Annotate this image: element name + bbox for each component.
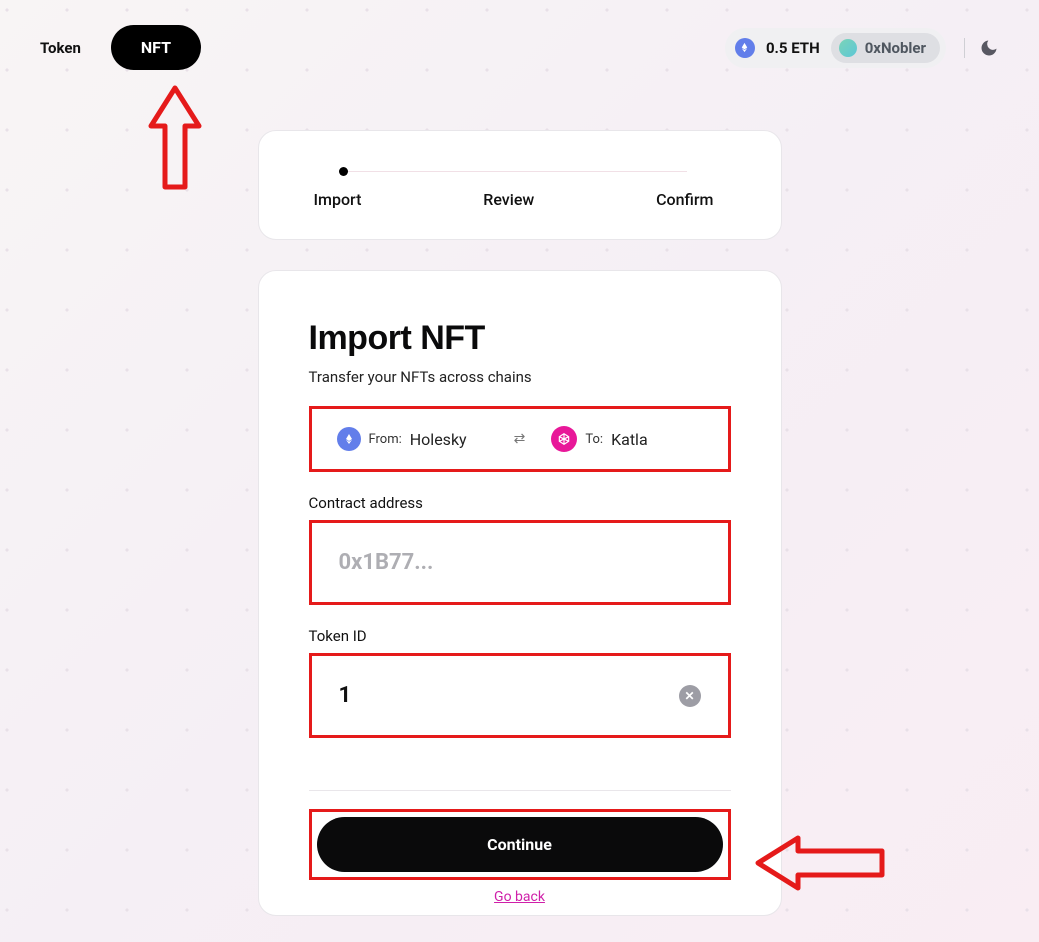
to-chain-value: Katla [611, 430, 648, 449]
annotation-box-tokenid: ✕ [309, 653, 731, 738]
clear-token-id-icon[interactable]: ✕ [679, 685, 701, 707]
address-pill[interactable]: 0xNobler [831, 33, 940, 63]
wallet-pill[interactable]: 0.5 ETH 0xNobler [725, 28, 946, 68]
divider [964, 38, 965, 58]
tab-nft[interactable]: NFT [111, 25, 201, 70]
stepper-track [341, 171, 687, 172]
token-id-field[interactable]: ✕ [317, 661, 723, 730]
go-back-wrap: Go back [309, 886, 731, 905]
stepper-dot-active [339, 167, 348, 176]
go-back-link[interactable]: Go back [494, 889, 545, 905]
annotation-box-chain: From: Holesky ⇄ To: Katla [309, 406, 731, 472]
token-id-input[interactable] [339, 683, 647, 708]
card-title: Import NFT [309, 319, 731, 358]
step-review: Review [483, 190, 534, 209]
token-id-label: Token ID [309, 627, 731, 645]
divider-horizontal [309, 790, 731, 791]
address-text: 0xNobler [865, 39, 926, 57]
to-label: To: [585, 432, 603, 447]
contract-address-field[interactable] [317, 528, 723, 597]
card-subtitle: Transfer your NFTs across chains [309, 368, 731, 386]
stepper-labels: Import Review Confirm [314, 190, 714, 209]
annotation-arrow-left [750, 828, 890, 898]
to-chain-selector[interactable]: To: Katla [531, 414, 722, 464]
contract-address-label: Contract address [309, 494, 731, 512]
avatar [839, 39, 857, 57]
top-bar: Token NFT 0.5 ETH 0xNobler [0, 0, 1039, 70]
contract-address-input[interactable] [339, 550, 647, 575]
top-tabs: Token NFT [40, 25, 201, 70]
annotation-box-continue: Continue [309, 809, 731, 880]
from-chain-value: Holesky [410, 430, 467, 449]
swap-icon[interactable]: ⇄ [512, 431, 528, 447]
stepper-card: Import Review Confirm [258, 130, 782, 240]
import-nft-card: Import NFT Transfer your NFTs across cha… [258, 270, 782, 916]
katla-icon [551, 426, 577, 452]
from-label: From: [369, 432, 402, 447]
annotation-arrow-up [141, 80, 209, 195]
balance-text: 0.5 ETH [766, 39, 820, 57]
tab-token[interactable]: Token [40, 39, 81, 57]
annotation-box-contract [309, 520, 731, 605]
wallet-cluster: 0.5 ETH 0xNobler [725, 28, 999, 68]
from-chain-selector[interactable]: From: Holesky [317, 415, 508, 463]
step-confirm: Confirm [656, 190, 713, 209]
holesky-icon [337, 427, 361, 451]
theme-toggle-icon[interactable] [979, 38, 999, 58]
chain-selector-row: From: Holesky ⇄ To: Katla [317, 414, 723, 464]
eth-icon [735, 38, 755, 58]
continue-button[interactable]: Continue [317, 817, 723, 872]
step-import: Import [314, 190, 362, 209]
